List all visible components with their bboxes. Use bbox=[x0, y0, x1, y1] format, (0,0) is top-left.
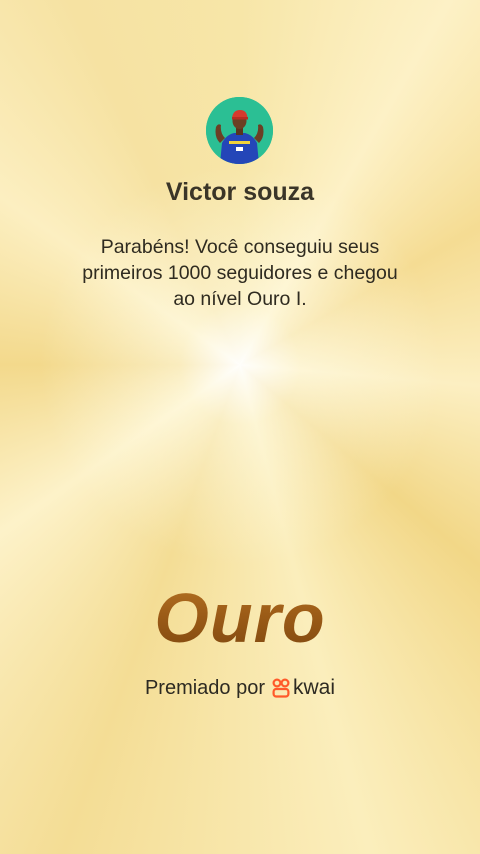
message-line-1: Parabéns! Você conseguiu seus bbox=[100, 236, 380, 258]
level-badge-title: Ouro bbox=[0, 578, 480, 658]
awarded-by-label: Premiado por bbox=[144, 676, 266, 699]
user-avatar-photo bbox=[206, 97, 273, 164]
profile-name: Victor souza bbox=[165, 178, 315, 206]
awarded-by-footer: Premiado por kwai bbox=[0, 676, 480, 700]
avatar[interactable] bbox=[206, 97, 273, 164]
kwai-logo: kwai bbox=[272, 676, 335, 700]
congratulation-message: Parabéns! Você conseguiu seus primeiros … bbox=[50, 234, 430, 312]
message-line-3: ao nível Ouro I. bbox=[173, 288, 307, 310]
kwai-logo-icon bbox=[272, 678, 290, 698]
message-line-2: primeiros 1000 seguidores e chegou bbox=[82, 262, 398, 284]
kwai-brand-name: kwai bbox=[293, 676, 336, 699]
